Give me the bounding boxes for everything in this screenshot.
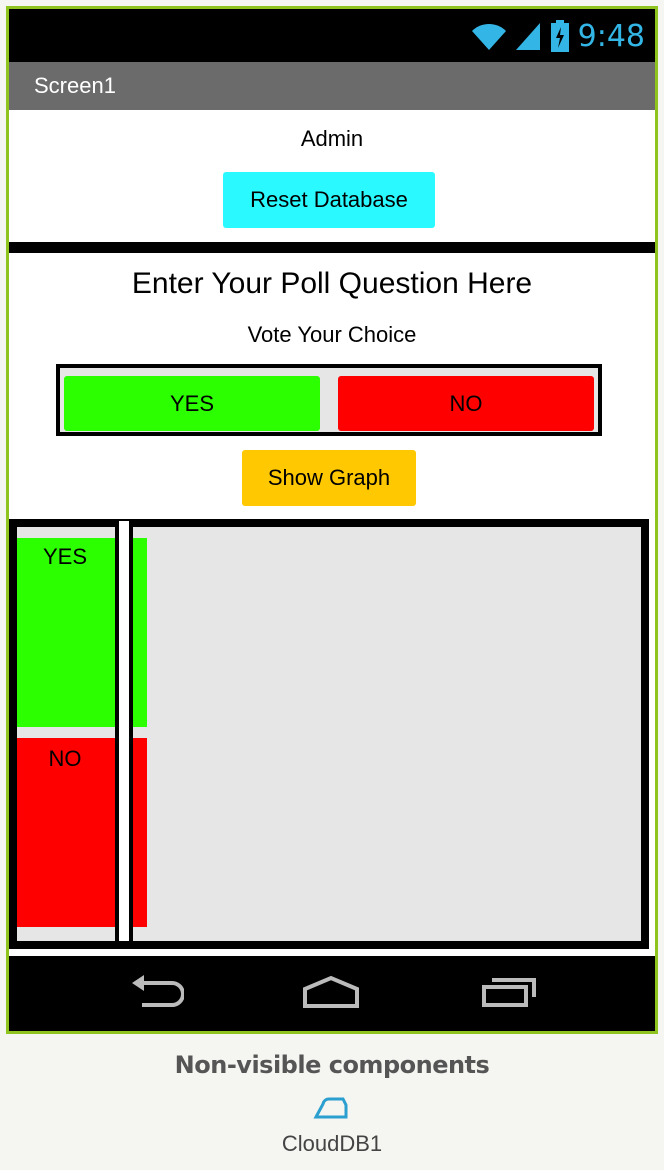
admin-label: Admin [300,126,364,151]
vote-buttons-container: YES NO [56,364,602,436]
title-bar: Screen1 [9,62,655,110]
clouddb-label[interactable]: CloudDB1 [0,1131,664,1157]
home-icon[interactable] [301,970,361,1014]
back-icon[interactable] [126,970,186,1014]
graph-separator [115,521,133,941]
show-graph-button[interactable]: Show Graph [242,450,416,506]
yes-button[interactable]: YES [64,376,320,431]
screen-title: Screen1 [34,73,116,98]
section-divider [9,242,655,253]
vote-prompt: Vote Your Choice [247,322,417,347]
yes-bar-label: YES [42,544,88,569]
battery-icon [550,20,569,52]
no-button[interactable]: NO [338,376,594,431]
poll-question: Enter Your Poll Question Here [131,267,533,300]
graph-canvas: YES NO [9,519,649,949]
status-icons: 9:48 [470,17,645,55]
status-bar: 9:48 [9,9,655,62]
navigation-bar [9,956,655,1031]
phone-preview: 9:48 Screen1 Admin Reset Database Enter … [6,6,658,1034]
no-bar-label: NO [48,746,82,771]
reset-database-button[interactable]: Reset Database [223,172,435,228]
non-visible-heading: Non-visible components [174,1051,490,1079]
signal-icon [515,23,540,50]
cloud-icon[interactable] [313,1095,349,1126]
wifi-icon [471,23,506,50]
status-clock: 9:48 [577,18,645,54]
recent-apps-icon[interactable] [479,970,539,1014]
